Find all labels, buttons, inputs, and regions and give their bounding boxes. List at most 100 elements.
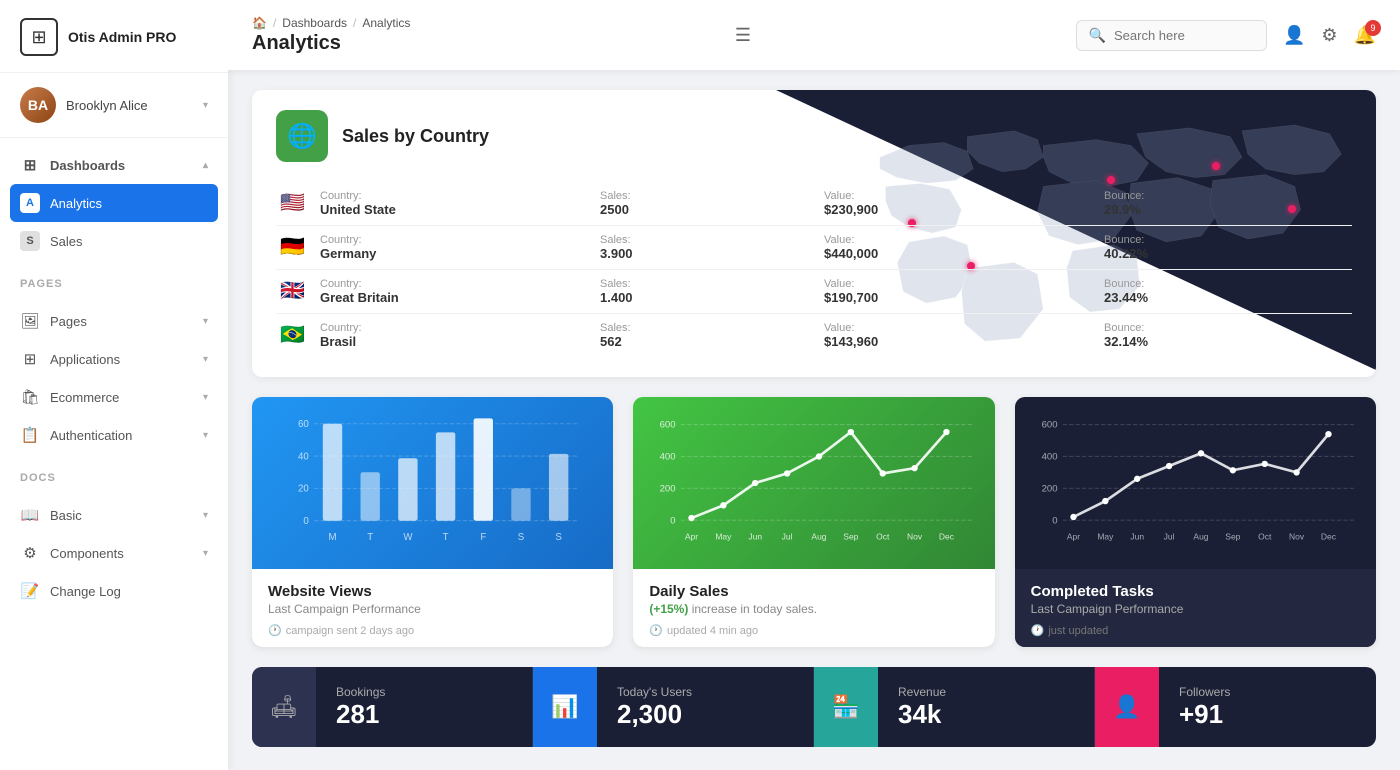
sales-highlight: (+15%): [649, 602, 688, 616]
user-icon[interactable]: 👤: [1283, 25, 1305, 46]
header-center: ☰: [729, 19, 757, 52]
docs-section-label: DOCS: [0, 462, 228, 488]
chart-upper-views: 60 40 20 0: [252, 397, 613, 569]
chevron-down-icon: ▾: [203, 100, 208, 111]
sofa-icon: 🛋: [270, 694, 298, 720]
charts-row: 60 40 20 0: [252, 397, 1376, 647]
revenue-value: 34k: [898, 699, 1074, 730]
revenue-icon-wrap: 🏪: [814, 667, 878, 747]
chevron-down-icon: ▾: [203, 548, 208, 559]
country-row: 🇬🇧 Country: Great Britain Sales: 1.400 V…: [276, 270, 1352, 314]
chart-upper-sales: 600 400 200 0: [633, 397, 994, 569]
svg-text:400: 400: [660, 452, 676, 463]
notifications-icon[interactable]: 🔔 9: [1354, 25, 1376, 46]
breadcrumb: 🏠 / Dashboards / Analytics: [252, 16, 410, 30]
sidebar-item-authentication[interactable]: 📋 Authentication ▾: [0, 416, 228, 454]
completed-tasks-card: 600 400 200 0: [1015, 397, 1376, 647]
chart-upper-tasks: 600 400 200 0: [1015, 397, 1376, 569]
sidebar-item-basic[interactable]: 📖 Basic ▾: [0, 496, 228, 534]
sidebar-item-sales[interactable]: S Sales: [0, 222, 228, 260]
sidebar-item-pages[interactable]: 🖼 Pages ▾: [0, 302, 228, 340]
clock-icon: 🕐: [649, 624, 663, 637]
bookings-value: 281: [336, 699, 512, 730]
svg-text:0: 0: [1052, 515, 1057, 526]
sales-icon: S: [20, 231, 40, 251]
sales-card-title: Sales by Country: [342, 126, 489, 147]
svg-text:400: 400: [1041, 452, 1057, 463]
svg-text:May: May: [716, 531, 733, 541]
chart-footer-views: 🕐 campaign sent 2 days ago: [268, 624, 597, 637]
svg-text:T: T: [443, 532, 449, 543]
country-table: 🇺🇸 Country: United State Sales: 2500 Val…: [276, 182, 1352, 357]
search-box[interactable]: 🔍: [1076, 20, 1267, 51]
sidebar-item-label: Sales: [50, 234, 208, 249]
chevron-down-icon: ▾: [203, 430, 208, 441]
country-row: 🇩🇪 Country: Germany Sales: 3.900 Value: …: [276, 226, 1352, 270]
store-icon: 🏪: [832, 694, 859, 720]
followers-label: Followers: [1179, 685, 1356, 699]
country-row: 🇧🇷 Country: Brasil Sales: 562 Value: $14…: [276, 314, 1352, 358]
menu-toggle-icon[interactable]: ☰: [729, 19, 757, 52]
chart-lower-sales: Daily Sales (+15%) increase in today sal…: [633, 569, 994, 647]
sidebar-item-label: Basic: [50, 508, 193, 523]
sidebar-item-label: Pages: [50, 314, 193, 329]
followers-value: +91: [1179, 699, 1356, 730]
bar-chart-svg: 60 40 20 0: [268, 413, 597, 553]
svg-text:Nov: Nov: [907, 531, 923, 541]
chart-footer-sales: 🕐 updated 4 min ago: [649, 624, 978, 637]
header-right: 🔍 👤 ⚙ 🔔 9: [1076, 20, 1376, 51]
header-left: 🏠 / Dashboards / Analytics Analytics: [252, 16, 410, 55]
barchart-icon: 📊: [551, 694, 578, 720]
sidebar-item-label: Change Log: [50, 584, 208, 599]
svg-text:Jun: Jun: [749, 531, 763, 541]
svg-text:Jun: Jun: [1130, 531, 1144, 541]
breadcrumb-separator: /: [273, 16, 276, 30]
svg-text:W: W: [403, 532, 413, 543]
user-profile[interactable]: BA Brooklyn Alice ▾: [0, 73, 228, 138]
svg-text:60: 60: [298, 419, 309, 430]
user-name: Brooklyn Alice: [66, 98, 193, 113]
chart-sub-views: Last Campaign Performance: [268, 602, 597, 616]
search-input[interactable]: [1114, 28, 1254, 43]
breadcrumb-analytics: Analytics: [362, 16, 410, 30]
sidebar-item-components[interactable]: ⚙ Components ▾: [0, 534, 228, 572]
sidebar-item-label: Authentication: [50, 428, 193, 443]
followers-icon-wrap: 👤: [1095, 667, 1159, 747]
sidebar-item-label: Dashboards: [50, 158, 193, 173]
nav-pages-section: 🖼 Pages ▾ ⊞ Applications ▾ 🛍 Ecommerce ▾…: [0, 294, 228, 462]
svg-text:M: M: [328, 532, 336, 543]
svg-text:Nov: Nov: [1289, 531, 1305, 541]
sidebar-item-dashboards[interactable]: ⊞ Dashboards ▴: [0, 146, 228, 184]
settings-icon[interactable]: ⚙: [1321, 25, 1337, 46]
page-title: Analytics: [252, 32, 410, 55]
svg-text:Jul: Jul: [782, 531, 793, 541]
clock-icon: 🕐: [1031, 624, 1045, 637]
bookings-stat: Bookings 281: [316, 667, 533, 747]
changelog-icon: 📝: [20, 581, 40, 601]
sidebar-item-ecommerce[interactable]: 🛍 Ecommerce ▾: [0, 378, 228, 416]
authentication-icon: 📋: [20, 425, 40, 445]
sidebar-logo: ⊞ Otis Admin PRO: [0, 0, 228, 73]
chart-footer-tasks: 🕐 just updated: [1031, 624, 1360, 637]
globe-icon: 🌐: [276, 110, 328, 162]
sidebar-item-applications[interactable]: ⊞ Applications ▾: [0, 340, 228, 378]
revenue-label: Revenue: [898, 685, 1074, 699]
svg-text:200: 200: [1041, 483, 1057, 494]
sidebar-item-changelog[interactable]: 📝 Change Log: [0, 572, 228, 610]
clock-icon: 🕐: [268, 624, 282, 637]
svg-text:Dec: Dec: [1321, 531, 1337, 541]
chevron-down-icon: ▾: [203, 316, 208, 327]
website-views-card: 60 40 20 0: [252, 397, 613, 647]
home-icon: 🏠: [252, 16, 267, 30]
avatar: BA: [20, 87, 56, 123]
sidebar-item-analytics[interactable]: A Analytics: [10, 184, 218, 222]
svg-text:20: 20: [298, 484, 309, 495]
chevron-down-icon: ▾: [203, 354, 208, 365]
dashboards-icon: ⊞: [20, 155, 40, 175]
revenue-stat: Revenue 34k: [878, 667, 1095, 747]
pages-icon: 🖼: [20, 311, 40, 331]
main-content: 🏠 / Dashboards / Analytics Analytics ☰ 🔍…: [228, 0, 1400, 770]
chart-name-sales: Daily Sales: [649, 583, 978, 600]
daily-sales-card: 600 400 200 0: [633, 397, 994, 647]
breadcrumb-dashboards: Dashboards: [282, 16, 347, 30]
